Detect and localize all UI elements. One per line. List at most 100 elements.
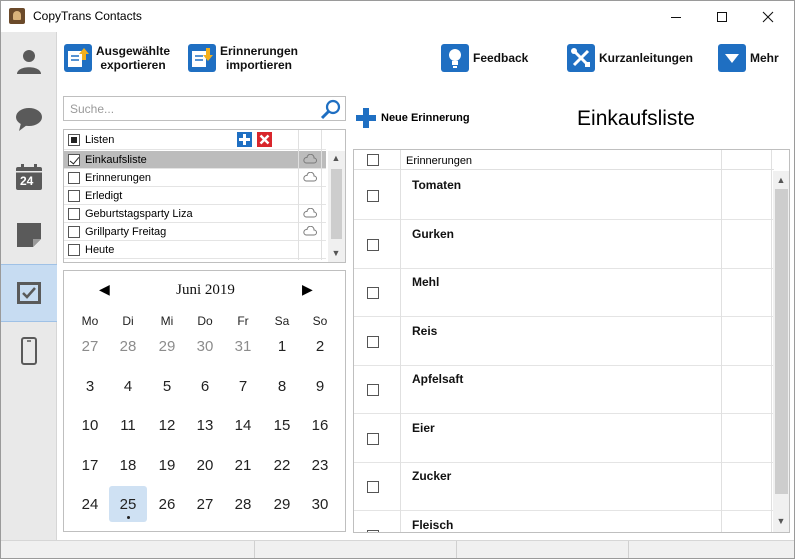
calendar-day[interactable]: 20	[186, 447, 224, 483]
reminder-checkbox[interactable]	[367, 238, 379, 251]
reminders-table: Erinnerungen Tomaten Gurken Mehl Reis Apfels…	[353, 149, 790, 533]
reminders-scrollbar[interactable]: ▲ ▼	[773, 171, 789, 532]
calendar-day[interactable]: 11	[109, 407, 147, 443]
calendar-day[interactable]: 28	[224, 486, 262, 522]
scroll-up-arrow[interactable]: ▲	[328, 153, 344, 163]
reminder-checkbox[interactable]	[367, 529, 379, 532]
calendar-day[interactable]: 8	[263, 368, 301, 404]
close-button[interactable]	[745, 1, 791, 32]
import-icon	[188, 44, 216, 72]
reminder-row[interactable]: Apfelsaft	[354, 365, 774, 414]
scroll-down-arrow[interactable]: ▼	[773, 516, 789, 526]
calendar-day[interactable]: 14	[224, 407, 262, 443]
lists-select-all-checkbox[interactable]	[68, 133, 80, 146]
list-item[interactable]: Geburtstagsparty Liza	[64, 205, 326, 223]
list-item[interactable]: Erinnerungen	[64, 169, 326, 187]
calendar-day[interactable]: 23	[301, 447, 339, 483]
reminder-title: Reis	[412, 323, 438, 338]
more-button[interactable]: Mehr	[718, 44, 779, 72]
sidebar-item-contacts[interactable]	[1, 32, 57, 90]
reminder-checkbox[interactable]	[367, 481, 379, 493]
calendar-day[interactable]: 6	[186, 368, 224, 404]
search-input[interactable]	[64, 97, 314, 120]
calendar-day[interactable]: 2	[301, 328, 339, 364]
column-divider	[298, 130, 299, 260]
sidebar-item-reminders[interactable]	[1, 264, 57, 322]
list-item-checkbox[interactable]	[68, 243, 80, 256]
calendar-day[interactable]: 28	[109, 328, 147, 364]
export-selected-button[interactable]: Ausgewählte exportieren	[64, 44, 170, 72]
reminder-row[interactable]: Reis	[354, 317, 774, 366]
list-item-checkbox[interactable]	[68, 207, 80, 220]
lists-scrollbar[interactable]: ▲ ▼	[328, 151, 345, 262]
scroll-up-arrow[interactable]: ▲	[773, 175, 789, 185]
reminder-row[interactable]: Zucker	[354, 462, 774, 511]
scroll-thumb[interactable]	[775, 189, 788, 494]
calendar-day[interactable]: 18	[109, 447, 147, 483]
reminder-row[interactable]: Mehl	[354, 268, 774, 317]
reminder-checkbox[interactable]	[367, 335, 379, 348]
new-reminder-button[interactable]: Neue Erinnerung	[355, 107, 470, 129]
next-month-icon[interactable]: ▶	[302, 281, 313, 298]
quick-guides-button[interactable]: Kurzanleitungen	[567, 44, 693, 72]
delete-list-icon[interactable]	[257, 132, 272, 147]
reminder-checkbox[interactable]	[367, 190, 379, 202]
calendar-day[interactable]: 5	[148, 368, 186, 404]
add-list-icon[interactable]	[237, 132, 252, 147]
search-icon[interactable]	[319, 97, 343, 121]
calendar-day[interactable]: 19	[148, 447, 186, 483]
sidebar-item-calendar[interactable]: 24	[1, 148, 57, 206]
list-item-checkbox[interactable]	[68, 171, 80, 184]
reminder-row[interactable]: Tomaten	[354, 171, 774, 220]
calendar-day[interactable]: 31	[224, 328, 262, 364]
calendar-day[interactable]: 29	[148, 328, 186, 364]
import-reminders-button[interactable]: Erinnerungen importieren	[188, 44, 298, 72]
minimize-button[interactable]	[653, 1, 699, 32]
list-item[interactable]: Erledigt	[64, 187, 326, 205]
cloud-icon	[303, 226, 317, 236]
list-item-checkbox[interactable]	[68, 225, 80, 238]
calendar-day[interactable]: 3	[71, 368, 109, 404]
calendar-day[interactable]: 25	[109, 486, 147, 522]
calendar-day[interactable]: 29	[263, 486, 301, 522]
reminder-row[interactable]: Fleisch	[354, 511, 774, 532]
maximize-button[interactable]	[699, 1, 745, 32]
calendar-day[interactable]: 1	[263, 328, 301, 364]
reminder-checkbox[interactable]	[367, 287, 379, 299]
list-item[interactable]: Grillparty Freitag	[64, 223, 326, 241]
reminder-checkbox[interactable]	[367, 432, 379, 445]
calendar-day[interactable]: 27	[186, 486, 224, 522]
calendar-day[interactable]: 10	[71, 407, 109, 443]
calendar-day[interactable]: 9	[301, 368, 339, 404]
scroll-thumb[interactable]	[331, 169, 342, 239]
calendar-day[interactable]: 30	[186, 328, 224, 364]
reminder-title: Eier	[412, 420, 435, 435]
feedback-button[interactable]: Feedback	[441, 44, 528, 72]
reminder-row[interactable]: Gurken	[354, 220, 774, 269]
calendar-day[interactable]: 22	[263, 447, 301, 483]
calendar-day[interactable]: 7	[224, 368, 262, 404]
reminder-checkbox[interactable]	[367, 384, 379, 396]
sidebar-item-device[interactable]	[1, 322, 57, 380]
calendar-day[interactable]: 16	[301, 407, 339, 443]
list-item-checkbox[interactable]	[68, 189, 80, 202]
sidebar-item-notes[interactable]	[1, 206, 57, 264]
list-item[interactable]: Heute	[64, 241, 326, 259]
calendar-day[interactable]: 26	[148, 486, 186, 522]
calendar-day[interactable]: 30	[301, 486, 339, 522]
calendar-day[interactable]: 4	[109, 368, 147, 404]
reminder-row[interactable]: Eier	[354, 414, 774, 463]
scroll-down-arrow[interactable]: ▼	[328, 248, 344, 258]
calendar-day[interactable]: 15	[263, 407, 301, 443]
list-item[interactable]: Einkaufsliste	[64, 151, 326, 169]
reminders-column-header: Erinnerungen	[406, 155, 473, 167]
calendar-day[interactable]: 17	[71, 447, 109, 483]
calendar-day[interactable]: 21	[224, 447, 262, 483]
calendar-day[interactable]: 12	[148, 407, 186, 443]
sidebar-item-messages[interactable]	[1, 90, 57, 148]
calendar-day[interactable]: 24	[71, 486, 109, 522]
list-item-checkbox[interactable]	[68, 153, 80, 166]
calendar-day[interactable]: 13	[186, 407, 224, 443]
calendar-day[interactable]: 27	[71, 328, 109, 364]
reminders-select-all-checkbox[interactable]	[367, 154, 379, 166]
